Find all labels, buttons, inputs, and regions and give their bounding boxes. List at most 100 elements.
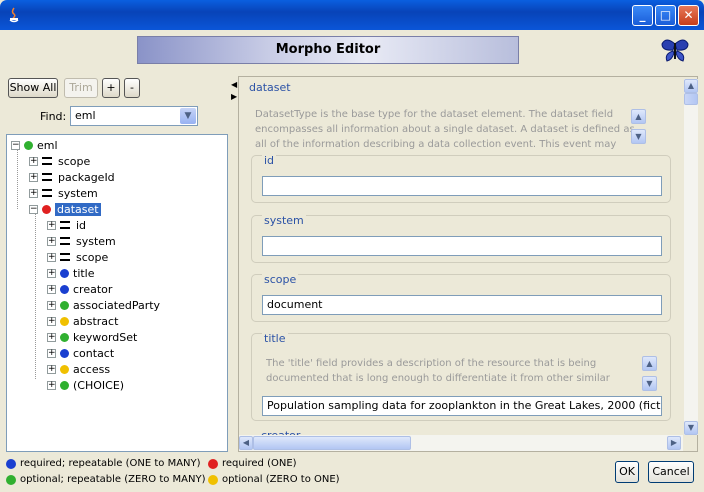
editor-panel: dataset DatasetType is the base type for… [238,76,698,452]
expand-icon[interactable]: + [47,300,56,310]
collapse-icon[interactable]: − [29,204,38,214]
tree-node-associatedparty[interactable]: + associatedParty [47,297,160,313]
cancel-button[interactable]: Cancel [648,461,694,483]
close-button[interactable]: ✕ [678,5,699,26]
attribute-icon [60,221,70,229]
collapse-icon[interactable]: − [11,140,20,150]
legend-text: optional; repeatable (ZERO to MANY) [20,474,206,485]
tree-node-label: scope [58,154,91,168]
tree-node-label: id [76,218,87,232]
legend-required-repeatable: required; repeatable (ONE to MANY) [6,458,201,469]
description-scroll-down-icon[interactable]: ▼ [631,129,646,144]
collapse-left-icon[interactable]: ◀ [231,80,237,89]
trim-button[interactable]: Trim [64,78,98,98]
tree-panel: Show All Trim + - Find: eml ▼ − eml + sc… [4,74,230,454]
tree-node-label: creator [73,282,113,296]
tree-node-contact[interactable]: + contact [47,345,114,361]
tree-node-packageid[interactable]: + packageId [29,169,115,185]
scope-group: scope document [251,273,671,322]
scroll-right-icon[interactable]: ▶ [667,436,681,450]
expand-icon[interactable]: + [47,220,56,230]
tree-node-label: abstract [73,314,119,328]
title-group: title The 'title' field provides a descr… [251,332,671,421]
tree-node-creator[interactable]: + creator [47,281,112,297]
scroll-down-icon[interactable]: ▼ [684,421,698,435]
tree-node-id[interactable]: + id [47,217,86,233]
tree-node-choice[interactable]: + (CHOICE) [47,377,124,393]
remove-node-button[interactable]: - [124,78,140,98]
expand-icon[interactable]: + [47,252,56,262]
expand-icon[interactable]: + [29,188,38,198]
expand-icon[interactable]: + [47,268,56,278]
expand-icon[interactable]: + [47,284,56,294]
tree-node-system[interactable]: + system [29,185,98,201]
tree-node-scope[interactable]: + scope [47,249,108,265]
attribute-icon [42,189,52,197]
add-node-button[interactable]: + [102,78,120,98]
title-input[interactable]: Population sampling data for zooplankton… [262,396,662,416]
horizontal-scrollbar[interactable]: ◀ ▶ [239,435,683,451]
tree-node-eml[interactable]: − eml [11,137,58,153]
expand-icon[interactable]: + [29,172,38,182]
field-label: title [262,332,288,345]
vertical-scrollbar[interactable]: ▲ ▼ [684,79,698,435]
tree-node-label: packageId [58,170,115,184]
ok-button[interactable]: OK [615,461,639,483]
find-value: eml [75,109,96,122]
optional-icon [60,316,69,326]
blue-dot-icon [6,458,16,469]
tree-node-system[interactable]: + system [47,233,116,249]
system-input[interactable] [262,236,662,256]
tree-node-label: title [73,266,95,280]
expand-icon[interactable]: + [47,364,56,374]
attribute-icon [42,157,52,165]
expand-icon[interactable]: + [47,380,56,390]
expand-icon[interactable]: + [47,332,56,342]
pane-splitter[interactable]: ◀ ▶ [230,74,238,454]
legend-text: optional (ZERO to ONE) [222,474,340,485]
legend-text: required; repeatable (ONE to MANY) [20,458,201,469]
tree-node-label: system [76,234,116,248]
title-description-scroll-down-icon[interactable]: ▼ [642,376,657,391]
tree-node-access[interactable]: + access [47,361,110,377]
tree-node-title[interactable]: + title [47,265,95,281]
maximize-button[interactable]: □ [655,5,676,26]
required-repeatable-icon [60,348,69,358]
show-all-button[interactable]: Show All [8,78,58,98]
scope-input[interactable]: document [262,295,662,315]
expand-icon[interactable]: + [47,236,56,246]
chevron-down-icon[interactable]: ▼ [180,108,196,124]
expand-icon[interactable]: + [29,156,38,166]
tree-node-label: system [58,186,98,200]
expand-icon[interactable]: + [47,316,56,326]
title-bar: _ □ ✕ [0,0,704,30]
scroll-up-icon[interactable]: ▲ [684,79,698,93]
collapse-right-icon[interactable]: ▶ [231,92,237,101]
element-tree[interactable]: − eml + scope + packageId + system − dat… [6,134,228,452]
optional-repeatable-icon [24,140,33,150]
title-description-scroll-up-icon[interactable]: ▲ [642,356,657,371]
description-scroll-up-icon[interactable]: ▲ [631,109,646,124]
tree-node-keywordset[interactable]: + keywordSet [47,329,137,345]
tree-node-abstract[interactable]: + abstract [47,313,118,329]
dataset-description: DatasetType is the base type for the dat… [255,109,635,150]
section-label: dataset [249,81,291,94]
find-combobox[interactable]: eml ▼ [70,106,198,126]
vertical-scroll-thumb[interactable] [684,93,698,105]
tree-node-label: (CHOICE) [73,378,125,392]
tree-connector [17,147,18,209]
butterfly-logo-icon [661,39,689,62]
system-group: system [251,214,671,263]
horizontal-scroll-thumb[interactable] [253,436,411,450]
red-dot-icon [208,458,218,469]
tree-node-label: contact [73,346,115,360]
minimize-button[interactable]: _ [632,5,653,26]
tree-node-label: dataset [55,202,101,216]
id-input[interactable] [262,176,662,196]
tree-node-label: eml [37,138,58,152]
tree-node-scope[interactable]: + scope [29,153,90,169]
expand-icon[interactable]: + [47,348,56,358]
scroll-left-icon[interactable]: ◀ [239,436,253,450]
tree-node-dataset[interactable]: − dataset [29,201,101,217]
tree-node-label: associatedParty [73,298,161,312]
